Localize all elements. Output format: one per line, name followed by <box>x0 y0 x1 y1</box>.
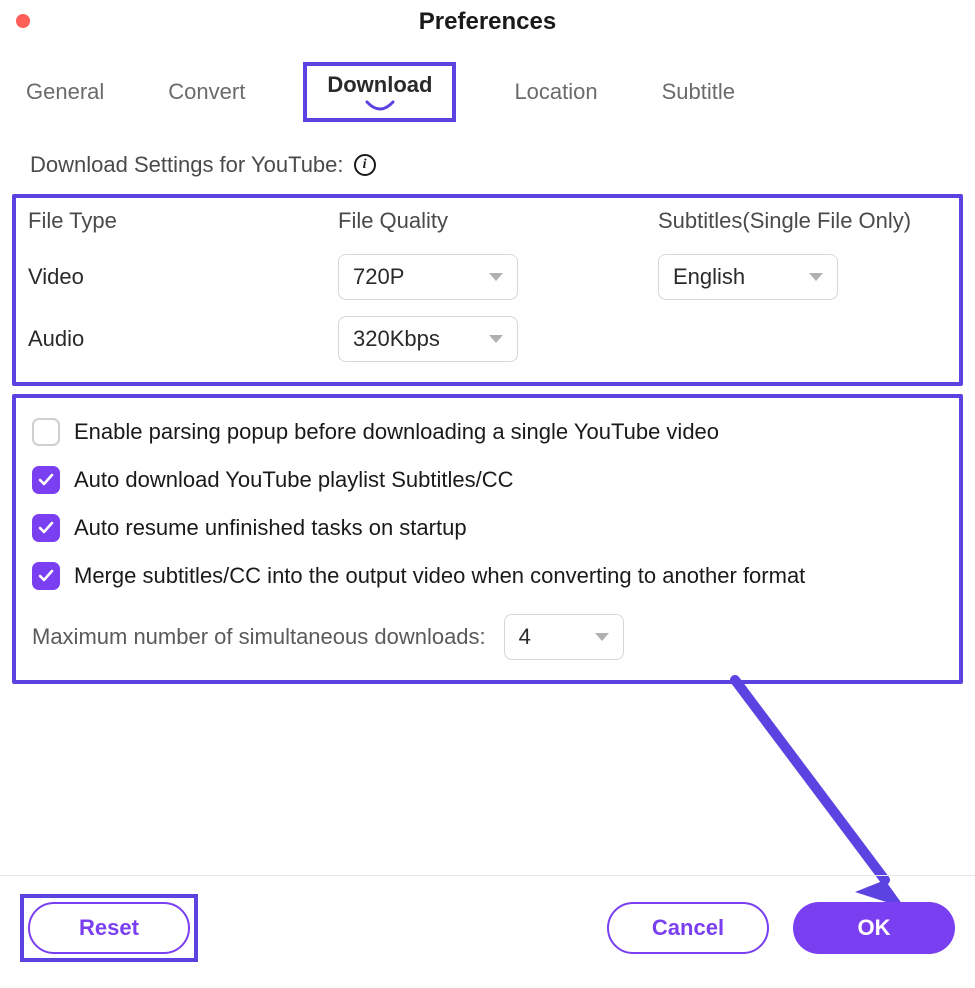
auto-resume-checkbox[interactable] <box>32 514 60 542</box>
tab-active-underline-icon <box>365 100 395 114</box>
chevron-down-icon <box>489 273 503 281</box>
row-audio-label: Audio <box>28 326 338 352</box>
auto-resume-label: Auto resume unfinished tasks on startup <box>74 515 467 541</box>
video-quality-value: 720P <box>353 264 404 290</box>
tab-convert[interactable]: Convert <box>162 75 251 109</box>
merge-subs-label: Merge subtitles/CC into the output video… <box>74 563 805 589</box>
col-file-quality: File Quality <box>338 208 658 234</box>
chevron-down-icon <box>595 633 609 641</box>
close-window-button[interactable] <box>16 14 30 28</box>
ok-button[interactable]: OK <box>793 902 955 954</box>
reset-button[interactable]: Reset <box>28 902 190 954</box>
section-heading: Download Settings for YouTube: i <box>0 134 975 188</box>
max-downloads-select[interactable]: 4 <box>504 614 624 660</box>
chevron-down-icon <box>809 273 823 281</box>
chevron-down-icon <box>489 335 503 343</box>
tab-location[interactable]: Location <box>508 75 603 109</box>
video-subtitles-value: English <box>673 264 745 290</box>
audio-quality-value: 320Kbps <box>353 326 440 352</box>
tab-download-highlight: Download <box>303 62 456 122</box>
quality-settings-box: File Type File Quality Subtitles(Single … <box>12 194 963 386</box>
checkmark-icon <box>38 568 54 584</box>
video-quality-select[interactable]: 720P <box>338 254 518 300</box>
audio-quality-select[interactable]: 320Kbps <box>338 316 518 362</box>
row-video-label: Video <box>28 264 338 290</box>
dialog-footer: Reset Cancel OK <box>0 875 975 988</box>
info-icon[interactable]: i <box>354 154 376 176</box>
auto-download-subs-checkbox[interactable] <box>32 466 60 494</box>
tab-download[interactable]: Download <box>327 72 432 98</box>
reset-highlight: Reset <box>20 894 198 962</box>
max-downloads-value: 4 <box>519 624 531 650</box>
options-box: Enable parsing popup before downloading … <box>12 394 963 684</box>
auto-download-subs-label: Auto download YouTube playlist Subtitles… <box>74 467 513 493</box>
cancel-button[interactable]: Cancel <box>607 902 769 954</box>
max-downloads-label: Maximum number of simultaneous downloads… <box>32 624 486 650</box>
enable-parsing-checkbox[interactable] <box>32 418 60 446</box>
checkmark-icon <box>38 472 54 488</box>
tab-general[interactable]: General <box>20 75 110 109</box>
section-heading-label: Download Settings for YouTube: <box>30 152 344 178</box>
merge-subs-checkbox[interactable] <box>32 562 60 590</box>
tab-subtitle[interactable]: Subtitle <box>656 75 741 109</box>
window-title: Preferences <box>0 0 975 36</box>
col-subtitles: Subtitles(Single File Only) <box>658 208 947 234</box>
video-subtitles-select[interactable]: English <box>658 254 838 300</box>
col-file-type: File Type <box>28 208 338 234</box>
tabs-bar: General Convert Download Location Subtit… <box>0 36 975 134</box>
checkmark-icon <box>38 520 54 536</box>
enable-parsing-label: Enable parsing popup before downloading … <box>74 419 719 445</box>
